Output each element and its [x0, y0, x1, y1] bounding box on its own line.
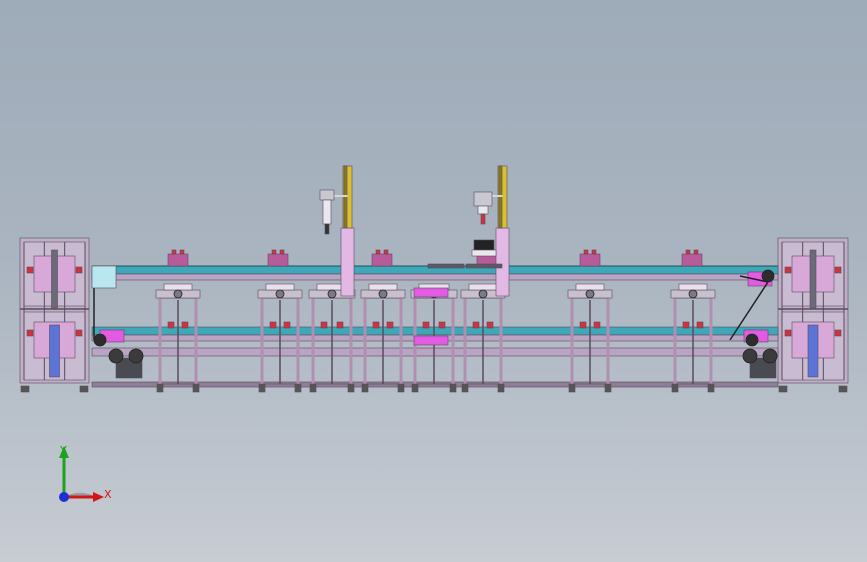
z-axis-dot-icon	[59, 492, 69, 502]
x-axis-arrow-icon	[93, 492, 104, 502]
x-axis-label: X	[104, 488, 112, 501]
y-axis-label: Y	[59, 444, 67, 457]
axis-triad: Y X	[59, 444, 112, 502]
cad-viewport[interactable]: Y X	[0, 0, 867, 562]
